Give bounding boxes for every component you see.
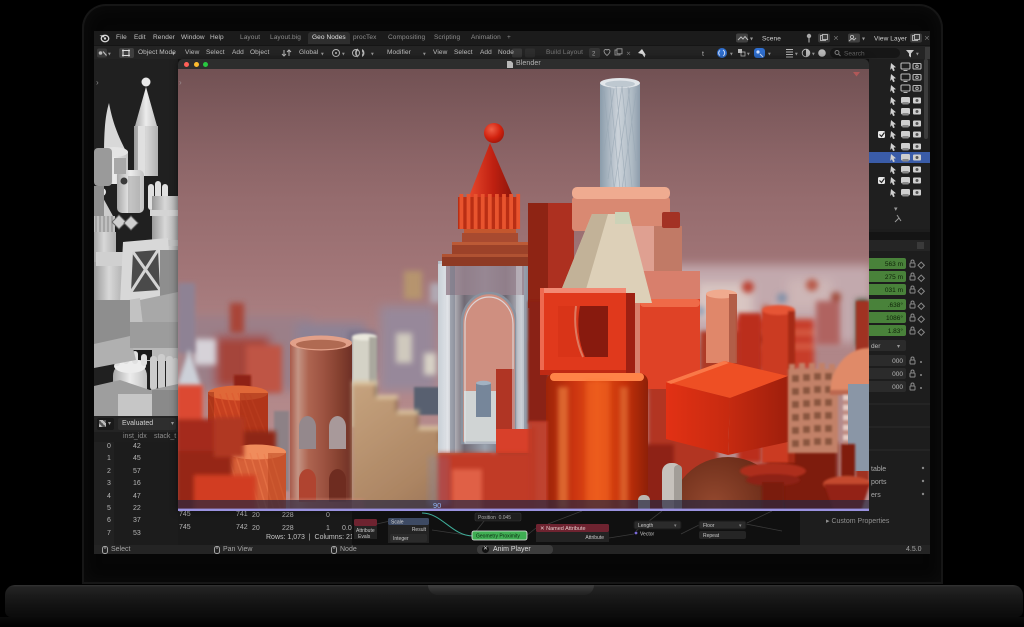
svg-text:›: › xyxy=(96,78,99,87)
svg-text:›: › xyxy=(179,78,182,87)
svg-text:Vector: Vector xyxy=(640,532,655,538)
svg-text:✕: ✕ xyxy=(833,36,839,43)
svg-text:▾: ▾ xyxy=(862,37,865,43)
svg-text:▾: ▾ xyxy=(916,52,919,58)
svg-text:1086°: 1086° xyxy=(886,314,903,322)
svg-text:000: 000 xyxy=(892,371,903,378)
svg-text:▾: ▾ xyxy=(321,52,324,58)
svg-text:▾: ▾ xyxy=(747,52,750,58)
svg-text:View Layer: View Layer xyxy=(874,36,908,43)
svg-text:Scene: Scene xyxy=(762,36,781,43)
svg-text:000: 000 xyxy=(892,384,903,391)
svg-text:90: 90 xyxy=(433,501,441,510)
svg-text:ports: ports xyxy=(871,479,887,486)
svg-text:Search: Search xyxy=(844,51,865,58)
svg-text:✕: ✕ xyxy=(924,36,930,43)
svg-text:000: 000 xyxy=(892,358,903,365)
svg-text:Scale: Scale xyxy=(391,520,404,526)
svg-text:✕ Named Attribute: ✕ Named Attribute xyxy=(540,526,586,532)
svg-text:Geometry Proximity: Geometry Proximity xyxy=(476,534,520,540)
svg-text:t: t xyxy=(702,51,704,58)
svg-text:table: table xyxy=(871,466,886,473)
svg-text:563 m: 563 m xyxy=(885,261,903,268)
svg-text:▾: ▾ xyxy=(795,52,798,58)
svg-text:▾: ▾ xyxy=(423,52,426,58)
svg-text:▾: ▾ xyxy=(812,52,815,58)
svg-text:Repeat: Repeat xyxy=(703,533,720,539)
svg-text:Integer: Integer xyxy=(393,536,409,542)
svg-text:Length: Length xyxy=(638,523,654,529)
svg-text:▾: ▾ xyxy=(108,52,111,58)
svg-text:▾: ▾ xyxy=(371,52,374,58)
svg-text:▾: ▾ xyxy=(730,52,733,58)
svg-text:▾: ▾ xyxy=(894,206,898,213)
svg-text:ers: ers xyxy=(871,492,881,499)
svg-text:▾: ▾ xyxy=(342,52,345,58)
svg-text:Floor: Floor xyxy=(703,523,715,529)
svg-text:▾: ▾ xyxy=(768,52,771,58)
svg-text:275 m: 275 m xyxy=(885,274,903,281)
svg-text:1.83°: 1.83° xyxy=(888,327,904,335)
svg-text:.638°: .638° xyxy=(888,301,904,309)
svg-text:Attribute: Attribute xyxy=(585,535,604,541)
svg-text:✕: ✕ xyxy=(626,52,631,58)
svg-text:▾: ▾ xyxy=(750,37,753,43)
svg-text:der: der xyxy=(871,343,881,350)
svg-text:▾: ▾ xyxy=(897,344,900,350)
svg-text:031 m: 031 m xyxy=(885,287,903,294)
svg-text:Position 0.045: Position 0.045 xyxy=(478,515,511,521)
svg-text:Result: Result xyxy=(412,527,427,533)
svg-text:Evals: Evals xyxy=(358,534,371,540)
